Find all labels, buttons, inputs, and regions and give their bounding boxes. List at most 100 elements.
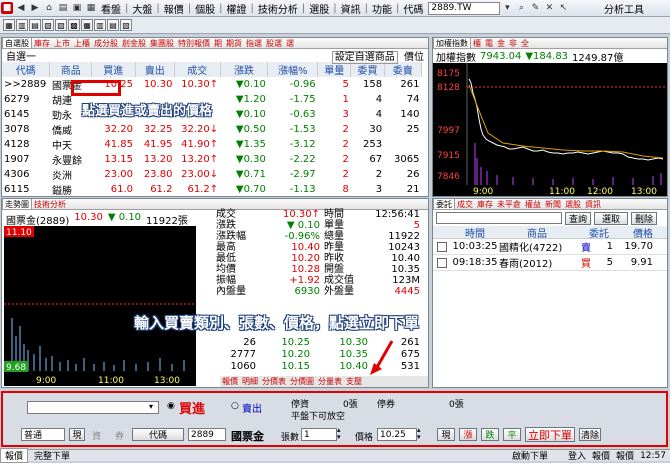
layout-3-icon[interactable]: ▤ — [29, 19, 41, 31]
bid-price[interactable]: 61.0 — [91, 182, 135, 196]
tab-orders[interactable]: 委託 — [433, 199, 455, 209]
menu-item-screener[interactable]: 選股 — [306, 1, 332, 16]
menu-item-quote[interactable]: 報價 — [161, 1, 187, 16]
tab-stock-options[interactable]: 股選 — [264, 38, 284, 48]
ask-price[interactable]: 10.40 — [310, 361, 368, 373]
col-header[interactable]: 代碼 — [2, 62, 51, 77]
tab-options[interactable]: 選 — [284, 38, 296, 48]
bid-price[interactable]: 23.00 — [91, 167, 135, 182]
tab-special[interactable]: 特別報價 — [176, 38, 212, 48]
limit-up-button[interactable]: 漲 — [459, 428, 477, 441]
orders-filter-select[interactable] — [436, 212, 562, 224]
menu-item-warrant[interactable]: 權證 — [224, 1, 250, 16]
tab-holdings[interactable]: 庫存 — [475, 199, 495, 209]
margin-button[interactable]: 資 — [92, 429, 101, 442]
tab-inventory[interactable]: 庫存 — [32, 38, 52, 48]
col-header[interactable]: 價格 — [623, 225, 663, 240]
tab-index-options[interactable]: 指選 — [244, 38, 264, 48]
tab-support[interactable]: 支壓 — [344, 376, 364, 387]
menu-item-info[interactable]: 資訊 — [338, 1, 364, 16]
tab-fills[interactable]: 成交 — [455, 199, 475, 209]
tab-open[interactable]: 未平倉 — [495, 199, 523, 209]
print-icon[interactable]: ▤ — [57, 2, 69, 14]
tab-taiex[interactable]: 加權指數 — [433, 38, 471, 48]
col-header[interactable]: 成交 — [174, 62, 221, 77]
stepper-icon[interactable]: ▴ ▾ — [337, 427, 341, 441]
order-row[interactable]: 09:18:35 春雨(2012) 買 5 9.91 — [433, 255, 667, 271]
col-header[interactable]: 委買 — [350, 62, 385, 77]
order-type-select[interactable]: 普通 — [21, 428, 65, 441]
layout-5-icon[interactable]: ▨ — [55, 19, 67, 31]
col-header[interactable]: 買進 — [91, 62, 136, 77]
col-header[interactable]: 漲跌 — [220, 62, 269, 77]
ask-price[interactable]: 10.35 — [310, 349, 368, 361]
price-cash-button[interactable]: 現 — [437, 428, 455, 441]
back-icon[interactable]: ◀ — [15, 2, 27, 14]
bid-qty[interactable]: 1060 — [216, 361, 256, 373]
tab-futures[interactable]: 期貨 — [224, 38, 244, 48]
col-header[interactable]: 委賣 — [384, 62, 423, 77]
ask-price[interactable]: 13.20 — [135, 152, 174, 167]
status-full-order[interactable]: 完整下單 — [28, 449, 76, 462]
col-header[interactable]: 賣出 — [135, 62, 175, 77]
select-button[interactable]: 選取 — [594, 211, 628, 225]
tab-trend[interactable]: 走勢圖 — [2, 199, 32, 209]
code-button[interactable]: 代碼 — [132, 428, 184, 441]
table-row[interactable]: 6115 鎰勝 61.0 61.2 61.2↑ ▼0.70 -1.13 8 3 21 — [2, 182, 422, 196]
col-header[interactable]: 商品 — [499, 225, 575, 240]
table-row[interactable]: 1907 永豐餘 13.15 13.20 13.20↑ ▼0.30 -2.22 2 67 3065 — [2, 152, 422, 167]
tab-otc[interactable]: 上櫃 — [72, 38, 92, 48]
app-icon[interactable]: ■ — [1, 2, 13, 14]
ask-price[interactable]: 10.30 — [310, 337, 368, 349]
query-button[interactable]: 查詢 — [565, 211, 591, 225]
ask-price[interactable]: 61.2 — [135, 182, 174, 196]
col-header[interactable]: 漲幅% — [267, 62, 319, 77]
layout-4-icon[interactable]: ▧ — [42, 19, 54, 31]
menu-item-stock[interactable]: 個股 — [192, 1, 218, 16]
group-label[interactable]: 自選一 — [6, 48, 36, 63]
layout-7-icon[interactable]: ▦ — [81, 19, 93, 31]
ask-price[interactable]: 32.25 — [135, 122, 174, 137]
layout-9-icon[interactable]: ▤ — [107, 19, 119, 31]
analysis-tool-menu[interactable]: 分析工具 — [604, 1, 644, 16]
table-row[interactable]: 3078 僑威 32.20 32.25 32.20↓ ▼0.50 -1.53 2 30 25 — [2, 122, 422, 137]
buy-radio[interactable]: ◉ — [167, 401, 175, 411]
col-header[interactable]: 商品 — [49, 62, 92, 77]
search-icon[interactable]: ⌕ — [515, 2, 527, 14]
ask-price[interactable]: 23.80 — [135, 167, 174, 182]
tab-volume-table[interactable]: 分量表 — [316, 376, 344, 387]
tab-listed[interactable]: 上市 — [52, 38, 72, 48]
layout-10-icon[interactable]: ▧ — [120, 19, 132, 31]
tab-all[interactable]: 全 — [519, 38, 531, 48]
code-input[interactable]: 2889.TW — [428, 1, 501, 15]
menu-item-function[interactable]: 功能 — [369, 1, 395, 16]
submit-order-button[interactable]: 立即下單 — [525, 427, 575, 442]
tab-ticks[interactable]: 明細 — [240, 376, 260, 387]
row-checkbox[interactable] — [437, 241, 447, 252]
tab-group[interactable]: 集團股 — [148, 38, 176, 48]
tab-non-finance[interactable]: 非 — [507, 38, 519, 48]
limit-down-button[interactable]: 跌 — [481, 428, 499, 441]
bid-price[interactable]: 41.85 — [91, 137, 135, 152]
account-select[interactable] — [27, 401, 159, 414]
bid-price[interactable]: 32.20 — [91, 122, 135, 137]
tab-equity[interactable]: 權益 — [523, 199, 543, 209]
layout-2-icon[interactable]: ▥ — [16, 19, 28, 31]
col-header[interactable]: 時間 — [451, 225, 499, 240]
tab-technical[interactable]: 技術分析 — [32, 199, 68, 209]
status-quote-2[interactable]: 報價 — [592, 449, 610, 462]
table-row[interactable]: 4306 炎洲 23.00 23.80 23.00↓ ▼0.71 -2.97 2 2 26 — [2, 167, 422, 182]
table-row[interactable]: >>2889 國票金 10.25 10.30 10.30↑ ▼0.10 -0.96 5 158 2… — [2, 77, 422, 92]
ask-price[interactable]: 10.30 — [135, 77, 174, 92]
window-icon[interactable]: ▣ — [71, 2, 83, 14]
tab-finance[interactable]: 金 — [495, 38, 507, 48]
price-input[interactable]: 10.25 — [377, 428, 417, 441]
tab-components[interactable]: 成分股 — [92, 38, 120, 48]
bid-price[interactable]: 10.25 — [256, 337, 310, 349]
tab-price-chart[interactable]: 分價圖 — [288, 376, 316, 387]
layout-6-icon[interactable]: ▩ — [68, 19, 80, 31]
tab-electronic[interactable]: 電 — [483, 38, 495, 48]
code-input[interactable]: 2889 — [188, 428, 226, 441]
tab-picks[interactable]: 選股 — [563, 199, 583, 209]
tab-innovation[interactable]: 創金股 — [120, 38, 148, 48]
